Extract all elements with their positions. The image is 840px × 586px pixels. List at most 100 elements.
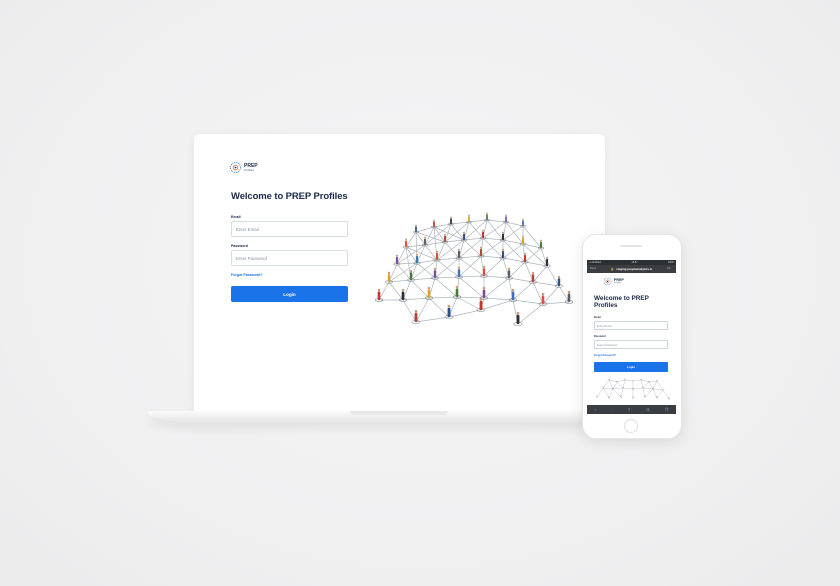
- phone-home-button: [624, 419, 638, 433]
- network-link: [642, 387, 646, 398]
- password-field[interactable]: Enter Password: [231, 250, 348, 266]
- login-button-mobile[interactable]: Login: [594, 362, 668, 372]
- logo-icon: [603, 277, 612, 286]
- network-link: [517, 303, 544, 325]
- network-link: [622, 379, 626, 389]
- network-link: [532, 281, 544, 305]
- network-link: [642, 381, 650, 389]
- network-link: [532, 265, 548, 283]
- email-field[interactable]: Enter Email: [231, 221, 348, 237]
- network-person: [452, 285, 462, 299]
- network-link: [652, 388, 664, 391]
- network-link: [480, 239, 504, 257]
- logo-name: PREP: [614, 277, 624, 282]
- email-field-mobile[interactable]: Enter Email: [594, 321, 668, 330]
- network-link: [456, 296, 482, 311]
- network-link: [608, 388, 614, 399]
- network-link: [434, 277, 458, 298]
- network-link: [608, 379, 614, 390]
- network-link: [378, 281, 390, 301]
- url-done-button[interactable]: Done: [590, 267, 596, 270]
- network-link: [512, 281, 534, 301]
- network-link: [652, 380, 658, 390]
- network-link: [458, 276, 485, 299]
- login-button[interactable]: Login: [231, 286, 348, 302]
- network-link: [512, 299, 544, 305]
- network-link: [632, 387, 644, 390]
- network-link: [483, 257, 504, 277]
- status-carrier: ••• AirAlbert: [589, 261, 602, 264]
- password-field-mobile[interactable]: Enter Password: [594, 340, 668, 349]
- tabs-icon[interactable]: ❐: [665, 407, 669, 412]
- status-battery: 100%: [667, 261, 674, 264]
- network-link: [415, 316, 450, 323]
- network-link: [640, 379, 644, 389]
- email-placeholder-mobile: Enter Email: [597, 323, 612, 328]
- prep-logo-mobile: PREP Profiles: [603, 277, 624, 286]
- network-link: [620, 387, 624, 398]
- logo-sub: Profiles: [614, 281, 622, 284]
- network-link: [486, 219, 507, 223]
- bookmarks-icon[interactable]: ☷: [646, 407, 650, 412]
- network-person: [648, 380, 650, 383]
- network-link: [444, 241, 460, 259]
- forward-icon[interactable]: ›: [611, 407, 612, 412]
- network-link: [652, 388, 658, 399]
- forgot-password-link[interactable]: Forgot Password?: [231, 273, 263, 277]
- url-text: staging.peopleanalytics.io: [616, 267, 653, 271]
- logo-text: PREP Profiles: [614, 277, 624, 285]
- network-link: [410, 279, 430, 299]
- network-link: [483, 277, 510, 299]
- network-link: [436, 259, 460, 278]
- network-person: [479, 229, 487, 240]
- network-link: [415, 231, 426, 246]
- network-link: [524, 247, 542, 263]
- network-link: [502, 243, 524, 259]
- network-link: [616, 381, 624, 389]
- network-link: [608, 379, 618, 383]
- network-link: [448, 309, 482, 318]
- status-time: 16:57: [631, 261, 638, 264]
- network-person: [632, 387, 634, 390]
- browser-toolbar: ‹ › ⇪ ☷ ❐: [587, 405, 676, 414]
- network-person: [640, 378, 642, 381]
- network-person: [632, 396, 634, 399]
- email-label: Email: [231, 215, 241, 219]
- network-link: [402, 299, 417, 323]
- network-link: [644, 388, 654, 398]
- network-link: [640, 379, 650, 383]
- network-link: [396, 246, 407, 265]
- network-link: [558, 285, 570, 303]
- network-person: [656, 379, 658, 382]
- network-link: [656, 380, 664, 391]
- network-person: [477, 246, 485, 258]
- prep-logo: PREP Profiles: [229, 161, 258, 174]
- network-person: [632, 379, 634, 382]
- url-reader-button[interactable]: AA: [667, 267, 670, 270]
- back-icon[interactable]: ‹: [595, 407, 596, 412]
- network-link: [662, 389, 670, 400]
- network-link: [480, 299, 514, 311]
- email-label-mobile: Email: [594, 316, 601, 319]
- password-label-mobile: Password: [594, 335, 606, 338]
- network-link: [405, 231, 417, 248]
- phone-url-bar[interactable]: 🔒 staging.peopleanalytics.io: [587, 265, 676, 273]
- network-person: [513, 311, 523, 326]
- share-icon[interactable]: ⇪: [628, 407, 631, 412]
- lock-icon: 🔒: [610, 267, 615, 271]
- network-link: [632, 379, 642, 382]
- network-link: [415, 226, 435, 233]
- laptop-notch: [350, 411, 448, 415]
- password-placeholder-mobile: Enter Password: [597, 342, 617, 347]
- forgot-password-link-mobile[interactable]: Forgot Password?: [594, 354, 616, 357]
- page-title-mobile: Welcome to PREP Profiles: [594, 295, 649, 309]
- network-link: [508, 261, 526, 279]
- network-link: [483, 297, 514, 301]
- phone-speaker: [620, 245, 642, 247]
- network-link: [482, 237, 504, 259]
- network-link: [656, 389, 664, 399]
- network-link: [602, 387, 614, 390]
- network-link: [463, 239, 482, 257]
- network-link: [602, 387, 610, 399]
- network-person: [484, 212, 490, 222]
